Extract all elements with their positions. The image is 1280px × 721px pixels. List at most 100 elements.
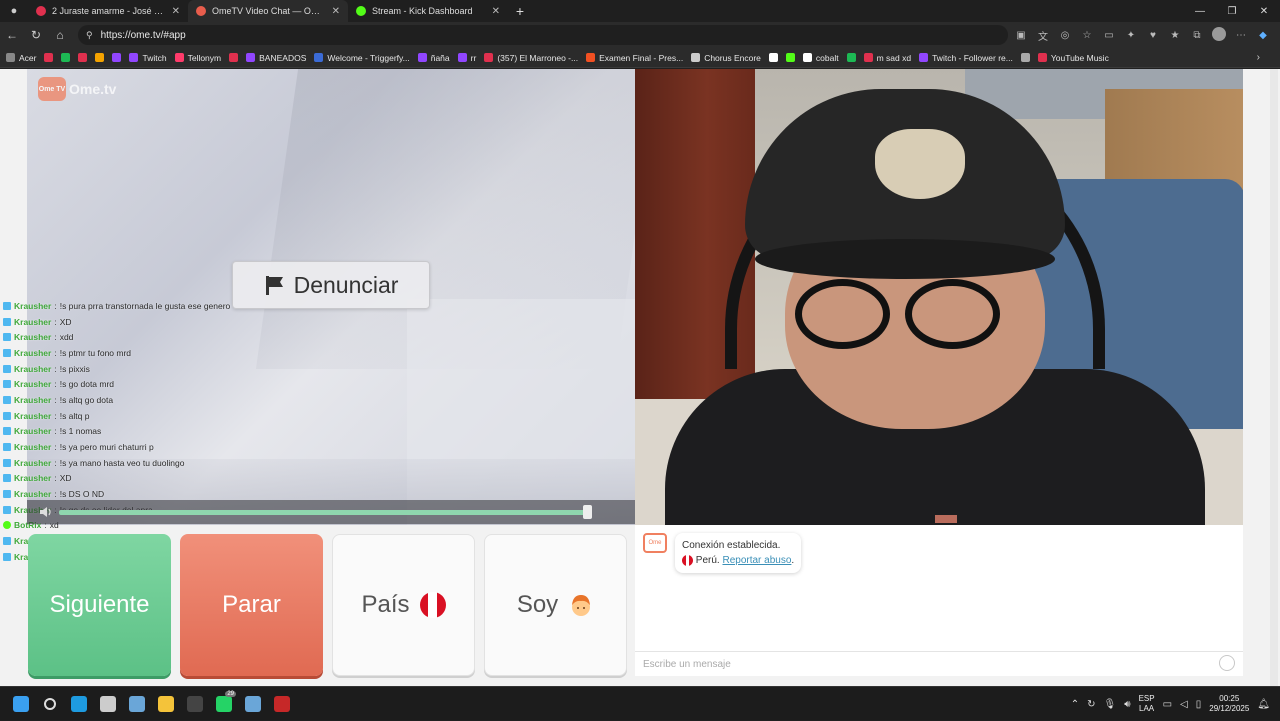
next-button[interactable]: Siguiente	[28, 534, 171, 676]
page-scrollbar[interactable]	[1270, 69, 1278, 686]
collections-icon[interactable]: ⧉	[1188, 30, 1206, 41]
app-available-icon[interactable]: ▣	[1012, 30, 1030, 41]
gender-button[interactable]: Soy	[484, 534, 627, 676]
bookmark-item[interactable]: Chorus Encore	[691, 53, 761, 63]
browser-tab[interactable]: 2 Juraste amarme - José Luis ✕	[28, 0, 188, 22]
bookmark-item[interactable]: rr	[457, 53, 476, 63]
twitch-platform-icon	[3, 537, 11, 546]
bookmark-item[interactable]: cobalt	[802, 53, 839, 63]
microphone-icon[interactable]: 🎙︎	[1104, 699, 1117, 710]
back-icon[interactable]: ←	[0, 22, 24, 48]
home-icon[interactable]: ⌂	[48, 22, 72, 48]
bookmark-item[interactable]: ñaña	[417, 53, 450, 63]
speaker-icon[interactable]: 🔊︎	[1124, 699, 1130, 710]
windows-start-icon[interactable]	[6, 687, 35, 721]
report-button[interactable]: Denunciar	[232, 261, 430, 309]
peru-flag-small-icon	[682, 554, 693, 566]
volume-icon[interactable]	[39, 505, 53, 519]
network-icon[interactable]: ▭	[1163, 699, 1172, 710]
notifications-icon[interactable]: 🔔︎	[1257, 699, 1270, 710]
app-red-icon[interactable]	[267, 687, 296, 721]
tray-overflow-icon[interactable]: ⌃	[1071, 699, 1079, 710]
reload-icon[interactable]: ↻	[24, 22, 48, 48]
bookmark-item[interactable]	[112, 53, 122, 62]
minimize-icon[interactable]: —	[1184, 0, 1216, 22]
bookmark-item[interactable]: BANEADOS	[246, 53, 306, 63]
bookmark-item[interactable]: Twitch	[129, 53, 167, 63]
bookmark-item[interactable]: Welcome - Triggerfy...	[314, 53, 410, 63]
bookmark-label: Examen Final - Pres...	[599, 52, 684, 63]
country-label: País	[361, 591, 410, 618]
edge-icon[interactable]	[64, 687, 93, 721]
copilot-icon[interactable]: ◆	[1254, 30, 1272, 41]
more-menu-icon[interactable]: ⋯	[1232, 30, 1250, 41]
language-indicator[interactable]: ESP LAA	[1139, 694, 1155, 714]
bookmark-item[interactable]	[768, 53, 778, 62]
steam-alt-icon[interactable]	[238, 687, 267, 721]
volume-tray-icon[interactable]: ◁	[1180, 699, 1188, 710]
search-icon[interactable]	[35, 687, 64, 721]
chat-message: !s ya pero muri chaturri p	[59, 442, 154, 453]
browser-menu-icon[interactable]: ●	[0, 0, 28, 22]
bookmark-item[interactable]	[1020, 53, 1030, 62]
battery-icon[interactable]: ▯	[1196, 699, 1202, 710]
chat-line: Krausher: XD	[3, 471, 243, 487]
bookmark-item[interactable]: (357) El Marroneo -...	[484, 53, 578, 63]
browser-tab[interactable]: OmeTV Video Chat — Omegle ✕	[188, 0, 348, 22]
volume-track[interactable]	[59, 510, 586, 515]
tab-close-icon[interactable]: ✕	[172, 6, 180, 17]
browser-tab[interactable]: Stream - Kick Dashboard ✕	[348, 0, 508, 22]
translate-icon[interactable]: 文	[1034, 28, 1052, 43]
bookmark-icon	[417, 53, 427, 62]
new-tab-button[interactable]: +	[508, 3, 532, 19]
profile-avatar[interactable]	[1210, 26, 1228, 44]
bookmark-item[interactable]: Examen Final - Pres...	[586, 53, 683, 63]
emoji-icon[interactable]	[1219, 655, 1235, 671]
bookmark-item[interactable]	[95, 53, 105, 62]
url-bar[interactable]: ⚲ https://ome.tv/#app	[78, 25, 1008, 45]
site-info-icon[interactable]: ⚲	[86, 30, 93, 41]
performance-icon[interactable]: ♥	[1144, 30, 1162, 41]
message-input[interactable]: Escribe un mensaje	[635, 651, 1243, 676]
obs-icon[interactable]	[93, 687, 122, 721]
bookmark-item[interactable]	[785, 53, 795, 62]
bookmark-item[interactable]	[229, 53, 239, 62]
stop-button[interactable]: Parar	[180, 534, 323, 676]
split-icon[interactable]: ▭	[1100, 30, 1118, 41]
steam-icon[interactable]	[122, 687, 151, 721]
country-button[interactable]: País	[332, 534, 475, 676]
bookmark-icon	[174, 53, 184, 62]
bookmark-item[interactable]: Tellonym	[174, 53, 221, 63]
bookmarks-overflow-icon[interactable]: ›	[1257, 52, 1260, 63]
bookmark-item[interactable]	[78, 53, 88, 62]
chat-username: Krausher	[14, 363, 52, 374]
tab-close-icon[interactable]: ✕	[492, 6, 500, 17]
favorites-bar-icon[interactable]: ★	[1166, 30, 1184, 41]
chat-line: Krausher: !s go dota mrd	[3, 376, 243, 392]
ometv-logo[interactable]: Ome TV Ome.tv	[38, 77, 116, 101]
bookmark-icon	[246, 53, 256, 62]
bookmark-item[interactable]: m sad xd	[863, 53, 911, 63]
volume-handle[interactable]	[583, 505, 593, 519]
volume-slider[interactable]	[27, 500, 635, 524]
bookmark-item[interactable]	[44, 53, 54, 62]
bookmark-item[interactable]: Twitch - Follower re...	[919, 53, 1013, 63]
tab-close-icon[interactable]: ✕	[332, 6, 340, 17]
extensions-icon[interactable]: ✦	[1122, 30, 1140, 41]
bookmark-item[interactable]: YouTube Music	[1037, 53, 1109, 63]
epic-games-icon[interactable]	[180, 687, 209, 721]
whatsapp-icon[interactable]: 29	[209, 687, 238, 721]
reading-icon[interactable]: ◎	[1056, 30, 1074, 41]
bookmark-item[interactable]	[61, 53, 71, 62]
favorite-icon[interactable]: ☆	[1078, 30, 1096, 41]
sync-icon[interactable]: ↻	[1087, 699, 1095, 710]
peru-flag-icon	[419, 592, 446, 618]
close-window-icon[interactable]: ✕	[1248, 0, 1280, 22]
maximize-icon[interactable]: ❐	[1216, 0, 1248, 22]
report-abuse-link[interactable]: Reportar abuso	[722, 555, 791, 566]
clock[interactable]: 00:25 29/12/2025	[1209, 694, 1249, 714]
folder-icon[interactable]	[151, 687, 180, 721]
chat-message: !s go dota mrd	[59, 379, 115, 390]
bookmark-item[interactable]	[846, 53, 856, 62]
bookmark-item[interactable]: Acer	[6, 53, 36, 63]
